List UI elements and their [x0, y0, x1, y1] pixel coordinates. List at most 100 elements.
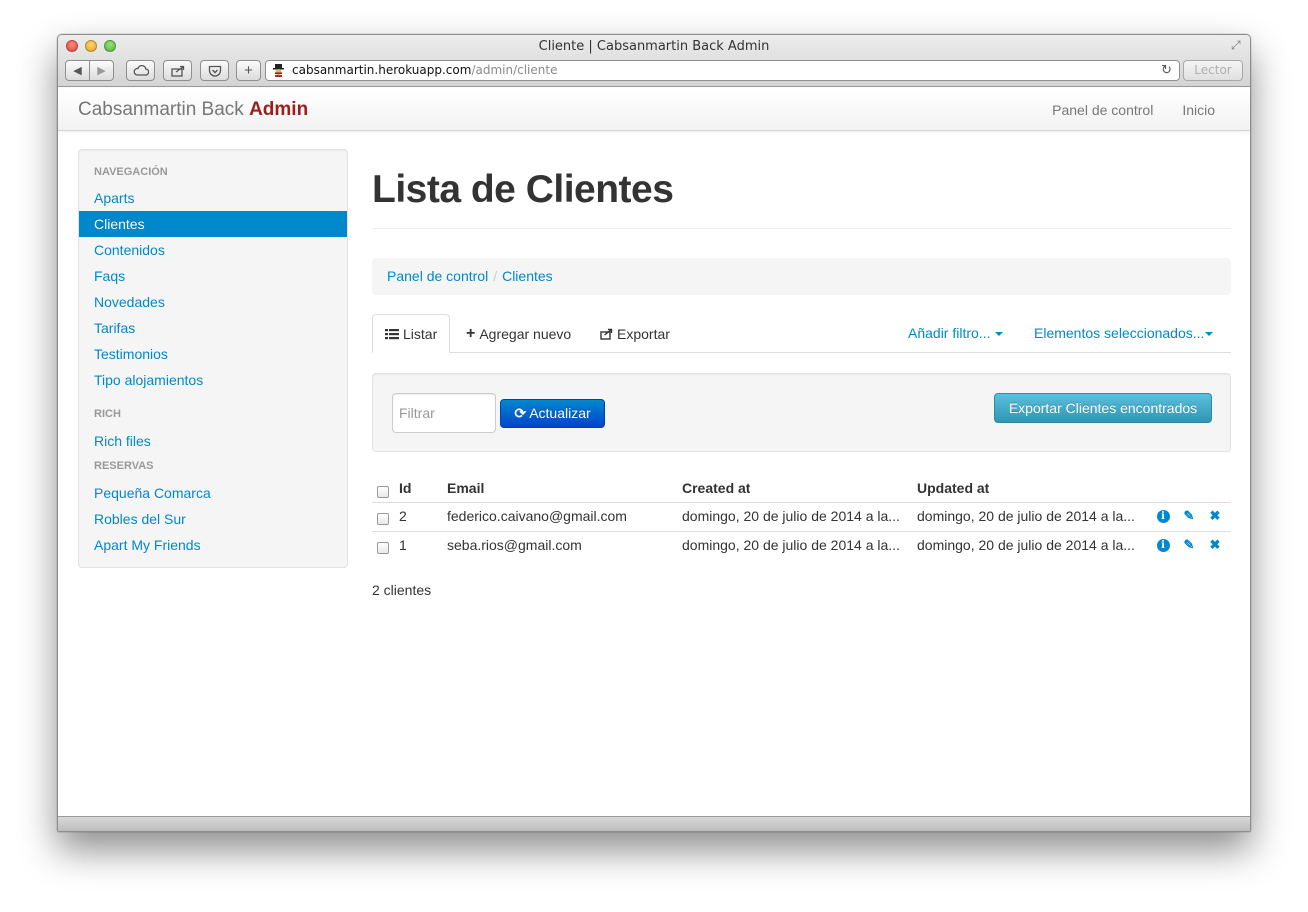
show-button[interactable]: i	[1156, 538, 1170, 552]
tab-exportar[interactable]: Exportar	[588, 314, 682, 353]
column-header-id[interactable]: Id	[399, 475, 411, 502]
new-tab-button[interactable]: +	[236, 60, 261, 81]
sidebar-item-tipo-alojamientos[interactable]: Tipo alojamientos	[79, 367, 347, 393]
sidebar-item-tarifas[interactable]: Tarifas	[79, 315, 347, 341]
filter-input[interactable]	[392, 393, 496, 433]
selected-elements-label: Elementos seleccionados...	[1034, 325, 1205, 341]
select-all-checkbox[interactable]	[377, 486, 389, 498]
row-actions: i ✎ ✖	[1156, 508, 1222, 523]
cell-created-at: domingo, 20 de julio de 2014 a la...	[682, 537, 900, 553]
add-filter-dropdown[interactable]: Añadir filtro...	[908, 314, 1004, 352]
table-header-row: Id Email Created at Updated at	[372, 474, 1231, 503]
edit-button[interactable]: ✎	[1182, 537, 1196, 552]
url-path: /admin/cliente	[471, 63, 558, 77]
record-count: 2 clientes	[372, 582, 432, 598]
sidebar-item-robles-del-sur[interactable]: Robles del Sur	[79, 506, 347, 532]
show-button[interactable]: i	[1156, 509, 1170, 523]
title-divider	[372, 228, 1231, 229]
cell-email: federico.caivano@gmail.com	[447, 508, 627, 524]
cell-updated-at: domingo, 20 de julio de 2014 a la...	[917, 537, 1135, 553]
sidebar-item-contenidos[interactable]: Contenidos	[79, 237, 347, 263]
pocket-button[interactable]	[200, 60, 229, 81]
delete-button[interactable]: ✖	[1208, 508, 1222, 523]
sidebar-item-novedades[interactable]: Novedades	[79, 289, 347, 315]
breadcrumb-clientes[interactable]: Clientes	[502, 268, 553, 284]
sidebar-item-apart-my-friends[interactable]: Apart My Friends	[79, 532, 347, 558]
add-filter-label: Añadir filtro...	[908, 325, 991, 341]
close-icon: ✖	[1209, 508, 1221, 523]
address-bar[interactable]: cabsanmartin.herokuapp.com/admin/cliente…	[265, 60, 1180, 81]
export-found-button[interactable]: Exportar Clientes encontrados	[994, 393, 1212, 423]
top-navbar: Cabsanmartin Back Admin Panel de control…	[58, 88, 1250, 131]
sidebar-item-aparts[interactable]: Aparts	[79, 185, 347, 211]
column-header-created-at[interactable]: Created at	[682, 475, 750, 502]
site-favicon-icon	[273, 64, 284, 77]
sidebar-item-faqs[interactable]: Faqs	[79, 263, 347, 289]
table-row: 2 federico.caivano@gmail.com domingo, 20…	[372, 502, 1231, 531]
reader-button[interactable]: Lector	[1183, 60, 1243, 81]
cell-id: 2	[399, 508, 407, 524]
row-actions: i ✎ ✖	[1156, 537, 1222, 552]
plus-icon: +	[466, 324, 476, 342]
share-icon	[600, 328, 613, 340]
tab-agregar-nuevo[interactable]: + Agregar nuevo	[454, 314, 583, 353]
update-button[interactable]: ⟳ Actualizar	[500, 399, 605, 428]
back-button[interactable]: ◀	[65, 60, 90, 81]
nav-link-panel-de-control[interactable]: Panel de control	[1052, 102, 1153, 118]
sidebar-header-navegacion: NAVEGACIÓN	[94, 166, 168, 178]
fullscreen-icon[interactable]: ⤢	[1231, 39, 1244, 52]
sidebar-header-rich: RICH	[94, 408, 121, 420]
action-tabs: Listar + Agregar nuevo Exportar Añadir f…	[372, 314, 1231, 353]
back-arrow-icon: ◀	[73, 65, 82, 77]
reload-icon[interactable]: ↻	[1161, 61, 1172, 80]
tab-listar-label: Listar	[403, 325, 438, 342]
sidebar-item-pequena-comarca[interactable]: Pequeña Comarca	[79, 480, 347, 506]
selected-elements-dropdown[interactable]: Elementos seleccionados...	[1034, 314, 1214, 352]
cell-created-at: domingo, 20 de julio de 2014 a la...	[682, 508, 900, 524]
pencil-icon: ✎	[1183, 508, 1195, 523]
table-row: 1 seba.rios@gmail.com domingo, 20 de jul…	[372, 531, 1231, 560]
brand-accent: Admin	[249, 99, 309, 120]
info-icon: i	[1156, 509, 1170, 523]
tab-agregar-nuevo-label: Agregar nuevo	[479, 325, 572, 342]
url-text: cabsanmartin.herokuapp.com/admin/cliente	[292, 61, 557, 80]
filter-well: ⟳ Actualizar Exportar Clientes encontrad…	[372, 373, 1231, 452]
forward-button[interactable]: ▶	[89, 60, 114, 81]
page-title: Lista de Clientes	[372, 168, 674, 211]
row-checkbox[interactable]	[377, 542, 389, 554]
sidebar-item-clientes[interactable]: Clientes	[79, 211, 347, 237]
breadcrumb-panel-de-control[interactable]: Panel de control	[387, 268, 488, 284]
update-button-label: Actualizar	[529, 405, 591, 421]
brand[interactable]: Cabsanmartin Back Admin	[78, 99, 308, 121]
row-checkbox[interactable]	[377, 513, 389, 525]
column-header-email[interactable]: Email	[447, 475, 484, 502]
icloud-tabs-button[interactable]	[126, 60, 155, 81]
window-title: Cliente | Cabsanmartin Back Admin	[538, 39, 770, 54]
refresh-icon: ⟳	[514, 405, 527, 421]
edit-button[interactable]: ✎	[1182, 508, 1196, 523]
breadcrumb-separator: /	[493, 268, 498, 284]
plus-icon: +	[244, 62, 253, 79]
navbar-links: Panel de control Inicio	[1052, 102, 1215, 118]
share-button[interactable]	[163, 60, 192, 81]
list-icon	[385, 328, 399, 339]
cloud-icon	[133, 65, 149, 76]
title-bar: Cliente | Cabsanmartin Back Admin ⤢ ◀ ▶ …	[58, 35, 1250, 87]
brand-text: Cabsanmartin Back	[78, 99, 244, 120]
caret-down-icon	[1205, 332, 1214, 337]
column-header-updated-at[interactable]: Updated at	[917, 475, 989, 502]
close-icon: ✖	[1209, 537, 1221, 552]
sidebar-item-rich-files[interactable]: Rich files	[79, 428, 347, 454]
breadcrumb: Panel de control / Clientes	[372, 258, 1231, 295]
nav-link-inicio[interactable]: Inicio	[1182, 102, 1215, 118]
sidebar-item-testimonios[interactable]: Testimonios	[79, 341, 347, 367]
share-icon	[170, 65, 184, 77]
sidebar-header-reservas: RESERVAS	[94, 460, 154, 472]
tab-listar[interactable]: Listar	[372, 314, 451, 353]
delete-button[interactable]: ✖	[1208, 537, 1222, 552]
pocket-icon	[208, 65, 221, 77]
sidebar: NAVEGACIÓN Aparts Clientes Contenidos Fa…	[78, 149, 348, 568]
caret-down-icon	[995, 332, 1004, 337]
tab-exportar-label: Exportar	[617, 325, 670, 342]
status-bar	[58, 816, 1250, 831]
